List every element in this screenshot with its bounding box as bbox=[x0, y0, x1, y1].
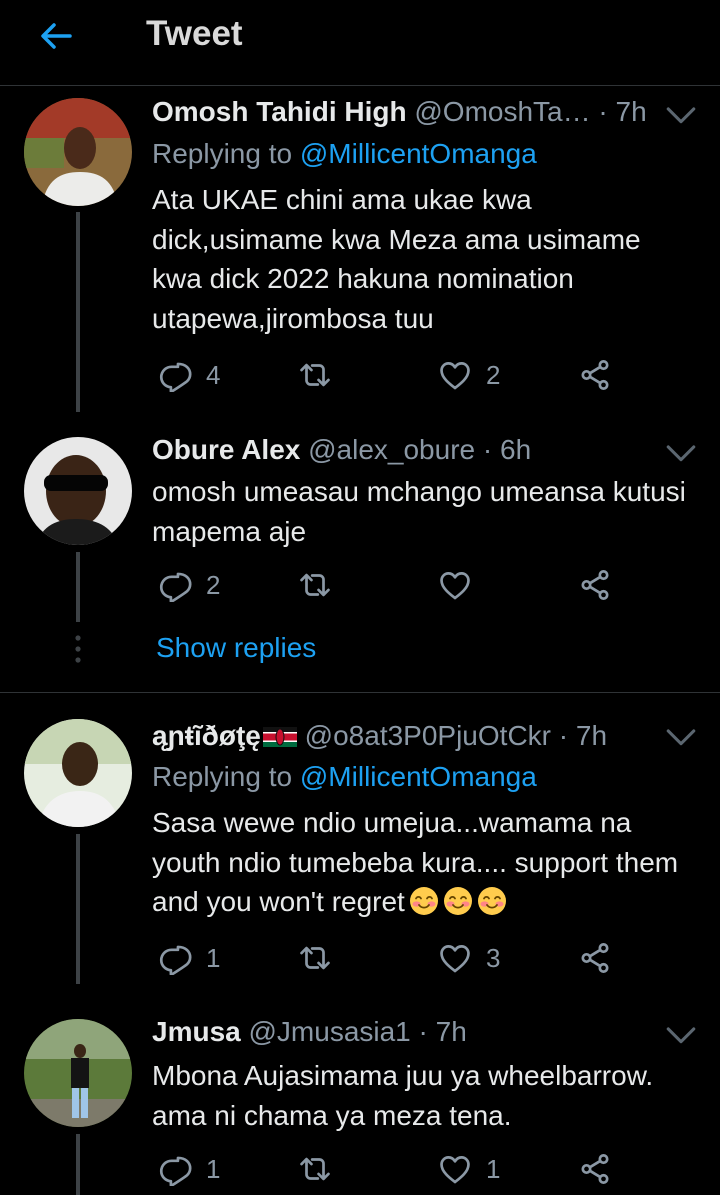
author-name[interactable]: Omosh Tahidi High bbox=[152, 96, 407, 127]
chevron-down-icon[interactable] bbox=[664, 1024, 698, 1048]
retweet-icon bbox=[298, 1152, 332, 1186]
share-icon bbox=[578, 358, 612, 392]
author-handle[interactable]: @alex_obure bbox=[308, 434, 475, 465]
retweet-button[interactable] bbox=[298, 566, 388, 604]
thread-dots-icon bbox=[75, 635, 81, 663]
replying-to: Replying to @MillicentOmanga bbox=[152, 138, 537, 170]
retweet-icon bbox=[298, 941, 332, 975]
smiling-face-emoji bbox=[409, 886, 439, 916]
mention-link[interactable]: @MillicentOmanga bbox=[300, 761, 537, 792]
tweet-text: omosh umeasau mchango umeansa kutusi map… bbox=[152, 476, 686, 547]
chevron-down-icon[interactable] bbox=[664, 726, 698, 750]
tweet-header: Omosh Tahidi High @OmoshTa… · 7h bbox=[152, 96, 647, 128]
tweet-time: · 7h bbox=[418, 1016, 467, 1047]
reply-icon bbox=[158, 1152, 192, 1186]
tweet-text: Mbona Aujasimama juu ya wheelbarrow. ama… bbox=[152, 1060, 654, 1131]
author-name[interactable]: ąɲŧĩðøţę bbox=[152, 720, 297, 751]
tweet-time: · 7h bbox=[558, 720, 608, 751]
like-icon bbox=[438, 941, 472, 975]
thread-line bbox=[76, 212, 80, 412]
chevron-down-icon[interactable] bbox=[664, 442, 698, 466]
replying-to-label: Replying to bbox=[152, 761, 300, 792]
like-count: 2 bbox=[486, 360, 501, 390]
smiling-face-emoji bbox=[477, 886, 507, 916]
tweet-time: · 7h bbox=[598, 96, 647, 127]
share-icon bbox=[578, 1152, 612, 1186]
reply-button[interactable]: 4 bbox=[158, 356, 248, 394]
tweet-text: Sasa wewe ndio umejua...wamama na youth … bbox=[152, 803, 697, 922]
smiling-face-emoji bbox=[443, 886, 473, 916]
retweet-button[interactable] bbox=[298, 356, 388, 394]
author-name-text: ąɲŧĩðøţę bbox=[152, 720, 261, 751]
retweet-button[interactable] bbox=[298, 939, 388, 977]
like-button[interactable]: 3 bbox=[438, 939, 528, 977]
reply-count: 1 bbox=[206, 943, 221, 973]
author-handle[interactable]: @OmoshTa… bbox=[414, 96, 590, 127]
thread-line bbox=[76, 552, 80, 622]
thread-line bbox=[76, 834, 80, 984]
reply-button[interactable]: 2 bbox=[158, 566, 248, 604]
share-icon bbox=[578, 568, 612, 602]
like-button[interactable] bbox=[438, 566, 528, 604]
tweet-text: Ata UKAE chini ama ukae kwa dick,usimame… bbox=[152, 184, 641, 334]
retweet-button[interactable] bbox=[298, 1150, 388, 1188]
tweet-header: Jmusa @Jmusasia1 · 7h bbox=[152, 1016, 467, 1048]
reply-count: 2 bbox=[206, 570, 221, 600]
avatar[interactable] bbox=[24, 437, 132, 545]
reply-icon bbox=[158, 941, 192, 975]
like-count: 3 bbox=[486, 943, 501, 973]
tweet-header: ąɲŧĩðøţę @o8at3P0PjuOtCkr · 7h bbox=[152, 720, 607, 752]
like-icon bbox=[438, 1152, 472, 1186]
like-button[interactable]: 2 bbox=[438, 356, 528, 394]
share-button[interactable] bbox=[578, 1150, 618, 1188]
replying-to: Replying to @MillicentOmanga bbox=[152, 761, 537, 793]
author-handle[interactable]: @o8at3P0PjuOtCkr bbox=[305, 720, 551, 751]
like-icon bbox=[438, 358, 472, 392]
tweet-header: Obure Alex @alex_obure · 6h bbox=[152, 434, 531, 466]
reply-icon bbox=[158, 568, 192, 602]
divider bbox=[0, 692, 720, 693]
page-title: Tweet bbox=[146, 14, 243, 53]
reply-count: 1 bbox=[206, 1154, 221, 1184]
reply-count: 4 bbox=[206, 360, 221, 390]
like-count: 1 bbox=[486, 1154, 501, 1184]
back-arrow-icon[interactable] bbox=[36, 16, 76, 56]
tweet-time: · 6h bbox=[482, 434, 532, 465]
replying-to-label: Replying to bbox=[152, 138, 300, 169]
avatar[interactable] bbox=[24, 719, 132, 827]
top-bar: Tweet bbox=[0, 0, 720, 86]
author-name[interactable]: Obure Alex bbox=[152, 434, 300, 465]
kenya-flag-icon bbox=[262, 727, 297, 747]
chevron-down-icon[interactable] bbox=[664, 104, 698, 128]
show-replies-link[interactable]: Show replies bbox=[156, 632, 316, 664]
share-button[interactable] bbox=[578, 939, 618, 977]
mention-link[interactable]: @MillicentOmanga bbox=[300, 138, 537, 169]
reply-button[interactable]: 1 bbox=[158, 939, 248, 977]
retweet-icon bbox=[298, 568, 332, 602]
avatar[interactable] bbox=[24, 98, 132, 206]
reply-button[interactable]: 1 bbox=[158, 1150, 248, 1188]
thread-line bbox=[76, 1134, 80, 1195]
reply-icon bbox=[158, 358, 192, 392]
author-handle[interactable]: @Jmusasia1 bbox=[249, 1016, 411, 1047]
like-icon bbox=[438, 568, 472, 602]
author-name[interactable]: Jmusa bbox=[152, 1016, 241, 1047]
share-icon bbox=[578, 941, 612, 975]
like-button[interactable]: 1 bbox=[438, 1150, 528, 1188]
retweet-icon bbox=[298, 358, 332, 392]
share-button[interactable] bbox=[578, 566, 618, 604]
share-button[interactable] bbox=[578, 356, 618, 394]
avatar[interactable] bbox=[24, 1019, 132, 1127]
